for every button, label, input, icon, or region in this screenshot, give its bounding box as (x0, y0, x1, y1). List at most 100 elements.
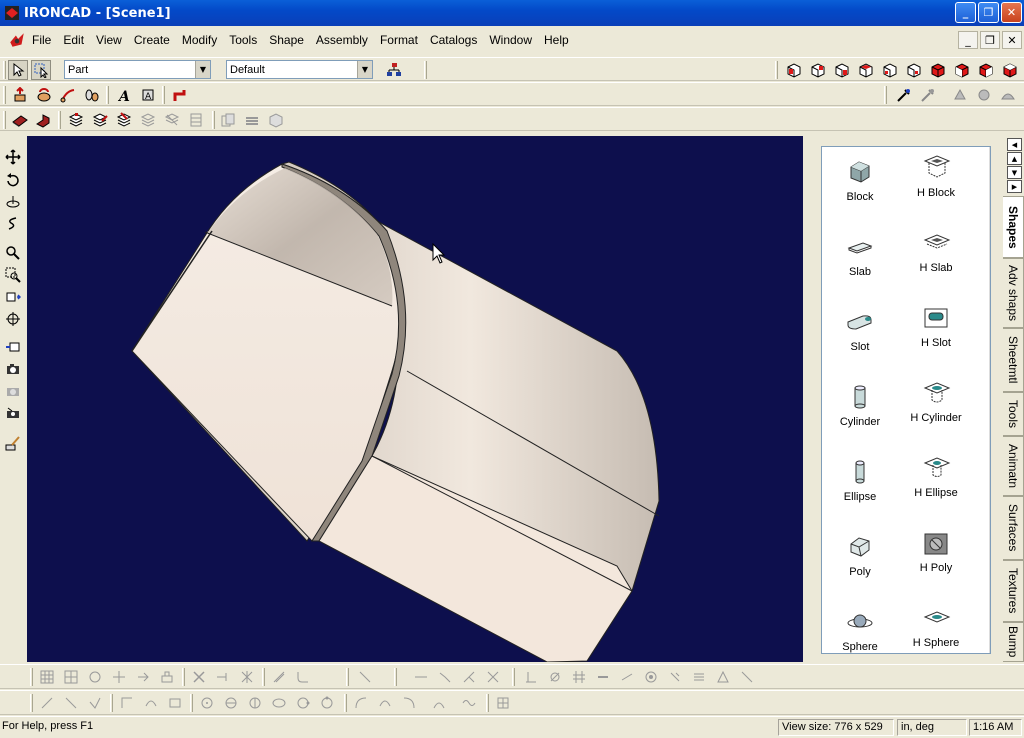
zoom-icon[interactable] (3, 243, 23, 263)
move-gray-icon[interactable] (110, 668, 128, 686)
target-gray-icon[interactable] (642, 668, 660, 686)
sheet-metal-icon[interactable] (10, 110, 30, 130)
sheet-bend-icon[interactable] (34, 110, 54, 130)
orbit-icon[interactable] (3, 170, 23, 190)
walk-icon[interactable] (3, 214, 23, 234)
arc3-gray-icon[interactable] (400, 694, 418, 712)
tab-bump[interactable]: Bump (1003, 622, 1024, 662)
tab-textures[interactable]: Textures (1003, 560, 1024, 622)
menu-edit[interactable]: Edit (57, 33, 90, 47)
toolbar-grip[interactable] (424, 61, 427, 79)
select-part-icon[interactable] (31, 60, 51, 80)
circle-pt-gray-icon[interactable] (294, 694, 312, 712)
circle-center-gray-icon[interactable] (198, 694, 216, 712)
catalog-item-h-slot[interactable]: H Slot (898, 303, 974, 349)
arc-gray-icon[interactable] (352, 694, 370, 712)
text-icon[interactable]: A (114, 85, 134, 105)
grid-icon[interactable] (38, 668, 56, 686)
dash-gray-icon[interactable] (594, 668, 612, 686)
catalog-item-sphere[interactable]: Sphere (822, 607, 898, 653)
menu-file[interactable]: File (30, 33, 57, 47)
menu-view[interactable]: View (90, 33, 128, 47)
menu-tools[interactable]: Tools (223, 33, 263, 47)
slant-gray-icon[interactable] (618, 668, 636, 686)
sweep-icon[interactable] (58, 85, 78, 105)
extrude-icon[interactable] (10, 85, 30, 105)
stamp-gray-icon[interactable] (158, 668, 176, 686)
catalog-item-ellipse[interactable]: Ellipse (822, 457, 898, 503)
menu-help[interactable]: Help (538, 33, 575, 47)
chevron-down-icon[interactable]: ▼ (357, 61, 372, 78)
catalog-item-slot[interactable]: Slot (822, 307, 898, 353)
toolbar-grip[interactable] (262, 668, 265, 686)
view-bottom-icon[interactable] (904, 60, 924, 80)
restore-button[interactable]: ❐ (978, 2, 999, 23)
catalog-item-h-ellipse[interactable]: H Ellipse (898, 453, 974, 499)
toolbar-grip[interactable] (3, 111, 6, 129)
perpendicular-gray-icon[interactable] (522, 668, 540, 686)
scroll-up-icon[interactable]: ▲ (990, 147, 991, 163)
stack-gray2-icon[interactable] (162, 110, 182, 130)
stack-icon[interactable] (66, 110, 86, 130)
doc-close-button[interactable]: ✕ (1002, 31, 1022, 49)
camera-small-icon[interactable] (3, 403, 23, 423)
view-iso3-icon[interactable] (976, 60, 996, 80)
tab-last-icon[interactable]: ▶ (1007, 180, 1022, 193)
vee-gray-icon[interactable] (86, 694, 104, 712)
fit-view-icon[interactable] (3, 287, 23, 307)
extend-gray-icon[interactable] (238, 668, 256, 686)
catalog-item-cylinder[interactable]: Cylinder (822, 382, 898, 428)
menu-modify[interactable]: Modify (176, 33, 223, 47)
tab-prev-icon[interactable]: ▲ (1007, 152, 1022, 165)
spline-gray-icon[interactable] (142, 694, 160, 712)
doc-minimize-button[interactable]: _ (958, 31, 978, 49)
stack-arrow-icon[interactable] (90, 110, 110, 130)
arc2-gray-icon[interactable] (376, 694, 394, 712)
look-at-icon[interactable] (3, 309, 23, 329)
stack-gray3-icon[interactable] (186, 110, 206, 130)
catalog-item-h-block[interactable]: H Block (898, 153, 974, 199)
grid2-icon[interactable] (62, 668, 80, 686)
camera-gray-icon[interactable] (3, 381, 23, 401)
chevron-down-icon[interactable]: ▼ (195, 61, 210, 78)
paint-brush-icon[interactable] (3, 433, 23, 453)
zoom-window-icon[interactable] (3, 265, 23, 285)
toolbar-grip[interactable] (162, 86, 165, 104)
ellipse-gray-icon[interactable] (270, 694, 288, 712)
custom-feature-icon[interactable]: A (138, 85, 158, 105)
tab-animatn[interactable]: Animatn (1003, 436, 1024, 496)
mode-combo[interactable]: Part ▼ (64, 60, 211, 79)
eyedropper-icon[interactable] (894, 85, 914, 105)
curve-gray-icon[interactable] (430, 694, 448, 712)
tab-surfaces[interactable]: Surfaces (1003, 496, 1024, 560)
pan-icon[interactable] (3, 147, 23, 167)
stack-gray-icon[interactable] (138, 110, 158, 130)
loft-icon[interactable] (82, 85, 102, 105)
copy-gray-icon[interactable] (218, 110, 238, 130)
circle-tan-gray-icon[interactable] (246, 694, 264, 712)
toolbar-grip[interactable] (344, 694, 347, 712)
circle-pt2-gray-icon[interactable] (318, 694, 336, 712)
toolbar-grip[interactable] (512, 668, 515, 686)
stack-cross-icon[interactable] (114, 110, 134, 130)
bisect-gray-icon[interactable] (484, 668, 502, 686)
close-button[interactable]: ✕ (1001, 2, 1022, 23)
doc-restore-button[interactable]: ❐ (980, 31, 1000, 49)
toolbar-grip[interactable] (190, 694, 193, 712)
tab-shapes[interactable]: Shapes (1003, 196, 1024, 258)
compass-gray-icon[interactable] (546, 668, 564, 686)
texture-icon[interactable] (974, 85, 994, 105)
toolbar-grip[interactable] (394, 668, 397, 686)
catalog-item-h-sphere[interactable]: H Sphere (898, 603, 974, 649)
circle-3pt-gray-icon[interactable] (222, 694, 240, 712)
polyline-gray-icon[interactable] (118, 694, 136, 712)
rect-gray-icon[interactable] (166, 694, 184, 712)
bump-icon[interactable] (998, 85, 1018, 105)
toolbar-grip[interactable] (30, 668, 33, 686)
catalog-item-h-cylinder[interactable]: H Cylinder (898, 378, 974, 424)
cube-gray-icon[interactable] (266, 110, 286, 130)
angle-gray-icon[interactable] (460, 668, 478, 686)
style-combo[interactable]: Default ▼ (226, 60, 373, 79)
menu-assembly[interactable]: Assembly (310, 33, 374, 47)
line-gray-icon[interactable] (356, 668, 374, 686)
